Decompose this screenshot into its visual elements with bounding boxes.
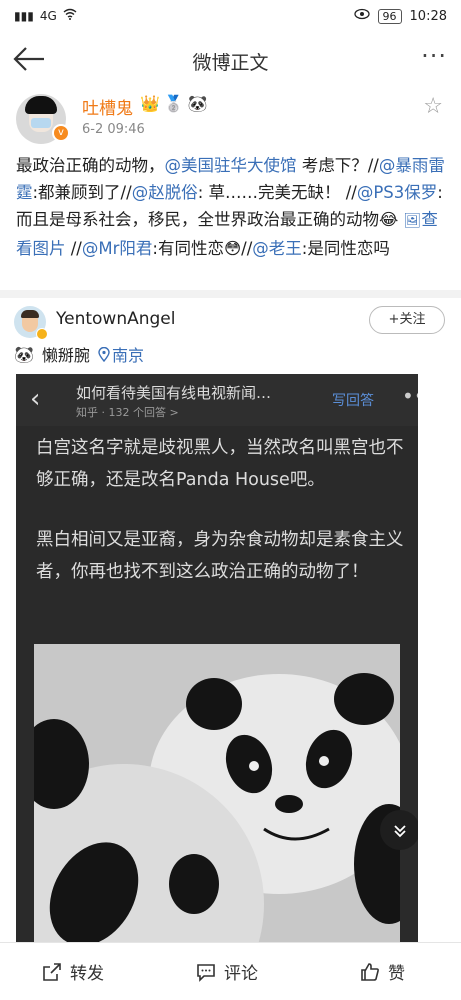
more-options-icon: •••	[402, 384, 418, 408]
eye-icon	[353, 8, 370, 24]
post-text: //	[65, 239, 82, 258]
repost-button[interactable]: 转发	[42, 959, 104, 984]
wifi-icon	[63, 8, 77, 23]
post-text: : 草……完美无缺！ //	[197, 183, 357, 202]
zhihu-question-meta: 知乎 · 132 个回答 >	[76, 406, 179, 419]
post-text: 最政治正确的动物，	[16, 156, 165, 175]
post-username[interactable]: 吐槽鬼	[82, 94, 133, 119]
back-chevron-icon: ‹	[30, 384, 41, 414]
write-answer-label: 写回答	[332, 393, 374, 409]
panda-icon: 🐼	[187, 94, 208, 113]
zhihu-header: ‹ 如何看待美国有线电视新闻… 知乎 · 132 个回答 > 写回答 •••	[16, 374, 418, 426]
comment-button[interactable]: 评论	[196, 959, 258, 984]
mention-link[interactable]: @Mr阳君	[82, 239, 153, 258]
location-link[interactable]: 南京	[98, 342, 144, 366]
post-text: :都兼顾到了//	[32, 183, 132, 202]
page-title: 微博正文	[192, 52, 269, 74]
verified-badge-icon	[36, 328, 48, 340]
bottom-action-bar: 转发 评论 赞	[0, 942, 461, 1000]
favorite-star-icon[interactable]: ☆	[423, 94, 443, 119]
user-badges: 👑 🥈 🐼	[140, 94, 208, 113]
location-pin-icon	[98, 346, 110, 362]
like-label: 赞	[388, 964, 405, 984]
post-content: 最政治正确的动物，@美国驻华大使馆 考虑下？//@暴雨雷霆:都兼顾到了//@赵脱…	[16, 152, 446, 262]
medal-icon: 🥈	[163, 94, 184, 113]
mention-link[interactable]: @PS3保罗	[357, 183, 437, 202]
network-label: 4G	[39, 8, 57, 23]
comment-label: 评论	[224, 964, 258, 984]
thumbs-up-icon	[361, 962, 379, 981]
status-bar: ▮▮▮ 4G 96 10:28	[0, 0, 461, 34]
answer-paragraph: 白宫这名字就是歧视黑人，当然改名叫黑宫也不够正确，还是改名Panda House…	[36, 438, 404, 490]
post-text: 考虑下？//	[296, 156, 379, 175]
location-prefix: 懒掰腕	[41, 346, 90, 365]
panda-icon: 🐼	[14, 344, 34, 364]
attached-screenshot[interactable]: ‹ 如何看待美国有线电视新闻… 知乎 · 132 个回答 > 写回答 ••• 白…	[16, 374, 418, 942]
clock: 10:28	[409, 8, 447, 24]
expand-chevron-icon[interactable]	[380, 810, 418, 850]
post-text: :是同性恋吗	[301, 239, 390, 258]
signal-icon: ▮▮▮	[14, 8, 34, 23]
location-row: 🐼 懒掰腕 南京	[14, 342, 144, 366]
battery-indicator: 96	[377, 8, 402, 24]
mention-link[interactable]: @赵脱俗	[132, 183, 198, 202]
zhihu-answer-text: 白宫这名字就是歧视黑人，当然改名叫黑宫也不够正确，还是改名Panda House…	[36, 432, 406, 616]
more-options-icon[interactable]: ···	[421, 42, 447, 70]
image-icon: 🖼	[403, 213, 422, 229]
location-name: 南京	[111, 346, 144, 365]
divider	[0, 290, 461, 298]
repost-label: 转发	[70, 964, 104, 984]
repost-icon	[43, 962, 61, 981]
zhihu-question-title: 如何看待美国有线电视新闻…	[76, 384, 272, 402]
comment-icon	[197, 963, 215, 982]
follow-button[interactable]: +关注	[369, 306, 445, 334]
mention-link[interactable]: @美国驻华大使馆	[165, 156, 297, 175]
crown-icon: 👑	[140, 94, 160, 113]
repost-username[interactable]: YentownAngel	[56, 309, 175, 329]
post-text: :有同性恋😳//	[152, 239, 253, 258]
nav-bar: 微博正文 ···	[0, 34, 461, 86]
post-time: 6-2 09:46	[82, 122, 145, 137]
answer-paragraph: 黑白相间又是亚裔，身为杂食动物却是素食主义者，你再也找不到这么政治正确的动物了！	[36, 530, 404, 582]
mention-link[interactable]: @老王	[252, 239, 302, 258]
like-button[interactable]: 赞	[360, 959, 405, 984]
verified-badge-icon: v	[52, 124, 70, 142]
panda-illustration	[34, 644, 400, 942]
